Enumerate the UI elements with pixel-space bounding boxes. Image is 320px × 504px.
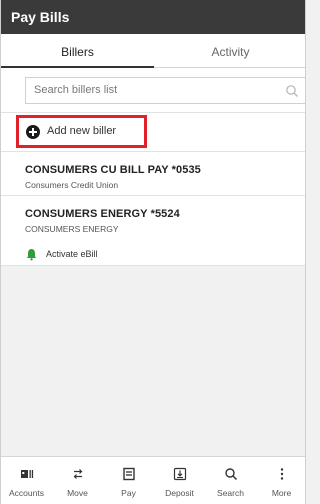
biller-name: CONSUMERS CU BILL PAY *0535	[25, 164, 201, 176]
deposit-icon	[173, 467, 186, 481]
search-icon	[224, 468, 237, 481]
bell-icon	[26, 248, 37, 260]
search-input[interactable]	[34, 84, 264, 96]
nav-move[interactable]: Move	[52, 457, 103, 504]
add-new-biller-label: Add new biller	[47, 125, 117, 137]
transfer-icon	[73, 469, 82, 479]
tab-activity[interactable]: Activity	[154, 34, 305, 67]
receipt-icon	[122, 467, 135, 481]
nav-deposit-label: Deposit	[165, 488, 194, 498]
add-new-biller-button[interactable]: Add new biller	[1, 112, 305, 152]
tab-billers[interactable]: Billers	[1, 34, 154, 68]
search-icon[interactable]	[285, 84, 299, 98]
list-item[interactable]: CONSUMERS ENERGY *5524 CONSUMERS ENERGY …	[1, 196, 305, 266]
nav-more-label: More	[271, 488, 292, 498]
nav-search-label: Search	[217, 488, 244, 498]
nav-pay-label: Pay	[121, 488, 136, 498]
list-item[interactable]: CONSUMERS CU BILL PAY *0535 Consumers Cr…	[1, 152, 305, 196]
nav-move-label: Move	[67, 488, 88, 498]
search-section	[1, 68, 305, 112]
biller-payee: Consumers Credit Union	[25, 180, 119, 190]
tab-activity-label: Activity	[211, 45, 250, 59]
page-title: Pay Bills	[11, 9, 70, 25]
activate-ebill-link[interactable]: Activate eBill	[25, 247, 98, 261]
bottom-nav: Accounts Move Pay Deposit Search More	[1, 456, 305, 504]
nav-search[interactable]: Search	[205, 457, 256, 504]
app-frame: Pay Bills Billers Activity Add new bille…	[0, 0, 306, 504]
nav-more[interactable]: More	[256, 457, 305, 504]
app-bar: Pay Bills	[1, 0, 305, 34]
plus-circle-icon	[26, 125, 40, 139]
search-box	[25, 77, 305, 104]
activate-ebill-label: Activate eBill	[46, 249, 98, 259]
nav-accounts-label: Accounts	[9, 488, 44, 498]
nav-pay[interactable]: Pay	[103, 457, 154, 504]
biller-name: CONSUMERS ENERGY *5524	[25, 208, 180, 220]
biller-payee: CONSUMERS ENERGY	[25, 224, 119, 234]
accounts-icon	[20, 470, 33, 478]
nav-accounts[interactable]: Accounts	[1, 457, 52, 504]
nav-deposit[interactable]: Deposit	[154, 457, 205, 504]
tab-billers-label: Billers	[61, 45, 94, 59]
more-icon	[280, 468, 283, 480]
tab-bar: Billers Activity	[1, 34, 305, 68]
billers-list: Add new biller CONSUMERS CU BILL PAY *05…	[1, 112, 305, 266]
